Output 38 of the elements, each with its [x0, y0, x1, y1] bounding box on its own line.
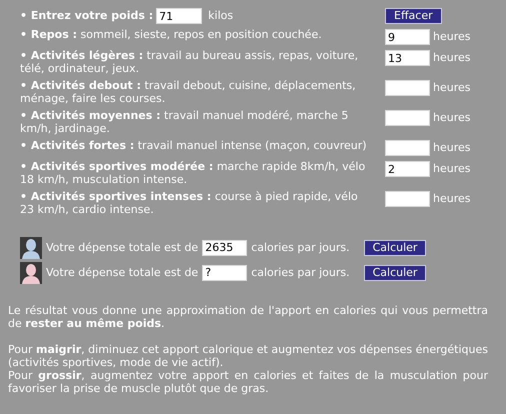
- avatar-icon: [20, 236, 42, 258]
- result-label: Votre dépense totale est de: [46, 266, 198, 279]
- input-field[interactable]: 13: [385, 50, 430, 66]
- result-label: Votre dépense totale est de: [46, 241, 198, 254]
- input-field[interactable]: [385, 80, 430, 96]
- clear-button[interactable]: Effacer: [385, 8, 442, 24]
- result-label: calories par jours.: [251, 266, 350, 279]
- input-field[interactable]: ?: [202, 264, 248, 280]
- input-field[interactable]: 71: [156, 8, 202, 24]
- unit-label: heures: [433, 191, 472, 205]
- weight-label: • Entrez votre poids :: [20, 9, 154, 22]
- input-field[interactable]: 2635: [202, 240, 248, 256]
- info-paragraph: Le résultat vous donne une approximation de l'apport en calories qui vous permettra de rester au même poids.: [8, 304, 488, 330]
- input-field[interactable]: [385, 191, 430, 207]
- activity-description: • Activités debout : travail debout, cuisine, déplacements, ménage, faire les courses.: [20, 78, 357, 105]
- activity-description: • Activités moyennes : travail manuel modéré, marche 5 km/h, jardinage.: [20, 108, 350, 135]
- activity-description: • Activités fortes : travail manuel intense (maçon, couvreur): [20, 138, 368, 152]
- avatar-icon: [20, 262, 42, 284]
- input-field[interactable]: [385, 140, 430, 156]
- unit-label: heures: [433, 161, 472, 175]
- unit-label: heures: [433, 29, 472, 43]
- input-field[interactable]: [385, 110, 430, 126]
- calculate-button[interactable]: Calculer: [364, 240, 426, 256]
- activity-description: • Activités sportives intenses : course à pied rapide, vélo 23 km/h, cardio intense.: [20, 189, 359, 216]
- input-field[interactable]: 9: [385, 29, 430, 45]
- input-field[interactable]: 2: [385, 161, 430, 177]
- unit-label: kilos: [208, 9, 234, 22]
- unit-label: heures: [433, 140, 472, 154]
- calculate-button[interactable]: Calculer: [364, 264, 426, 280]
- unit-label: heures: [433, 80, 472, 94]
- info-paragraph: Pour grossir, augmentez votre apport en calories et faites de la musculation pour favoriser la prise de muscle plutôt que de gras.: [8, 369, 488, 395]
- unit-label: heures: [433, 110, 472, 124]
- info-paragraph: Pour maigrir, diminuez cet apport calorique et augmentez vos dépenses énergétiques (activités sportives, mode de vie actif).: [8, 343, 488, 369]
- activity-description: • Activités légères : travail au bureau assis, repas, voiture, télé, ordinateur, jeux.: [20, 48, 360, 75]
- unit-label: heures: [433, 50, 472, 64]
- activity-description: • Activités sportives modérée : marche rapide 8km/h, vélo 18 km/h, musculation intense.: [20, 159, 366, 186]
- result-label: calories par jours.: [251, 241, 350, 254]
- activity-description: • Repos : sommeil, sieste, repos en position couchée.: [20, 27, 323, 41]
